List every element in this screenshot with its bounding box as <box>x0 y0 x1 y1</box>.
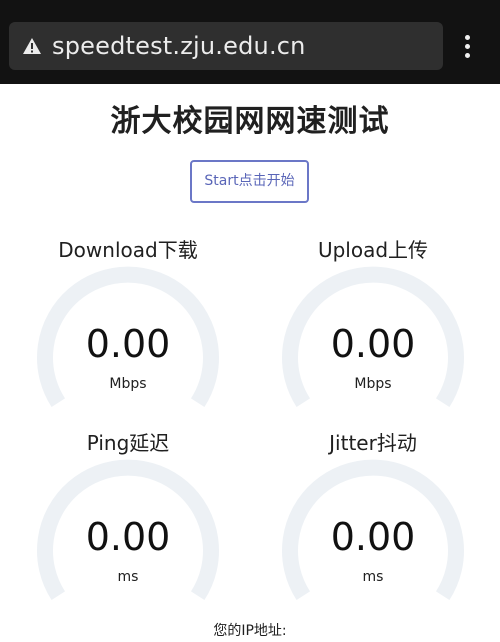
download-unit: Mbps <box>109 376 147 392</box>
ping-unit: ms <box>117 569 139 585</box>
warning-triangle-icon[interactable] <box>22 37 42 55</box>
jitter-meter: Jitter抖动 0.00 ms <box>268 429 478 609</box>
upload-unit: Mbps <box>354 376 392 392</box>
upload-value: 0.00 <box>330 322 416 366</box>
ip-address-label: 您的IP地址: <box>213 623 287 639</box>
download-value: 0.00 <box>85 322 171 366</box>
jitter-unit: ms <box>362 569 384 585</box>
upload-meter: Upload上传 0.00 Mbps <box>268 236 478 416</box>
url-text[interactable]: speedtest.zju.edu.cn <box>52 30 306 62</box>
page-title: 浙大校园网网速测试 <box>110 104 390 139</box>
jitter-value: 0.00 <box>330 515 416 559</box>
download-meter: Download下载 0.00 Mbps <box>23 236 233 416</box>
download-label: Download下载 <box>58 238 198 262</box>
jitter-label: Jitter抖动 <box>329 431 417 455</box>
page-content: 浙大校园网网速测试 Start点击开始 Download下载 0.00 Mbps… <box>0 84 500 642</box>
ping-meter: Ping延迟 0.00 ms <box>23 429 233 609</box>
upload-label: Upload上传 <box>317 238 429 262</box>
ping-value: 0.00 <box>85 515 171 559</box>
start-button[interactable]: Start点击开始 <box>190 160 309 203</box>
browser-toolbar: speedtest.zju.edu.cn <box>0 0 500 84</box>
ping-label: Ping延迟 <box>86 431 170 455</box>
more-vertical-icon[interactable] <box>456 34 478 60</box>
